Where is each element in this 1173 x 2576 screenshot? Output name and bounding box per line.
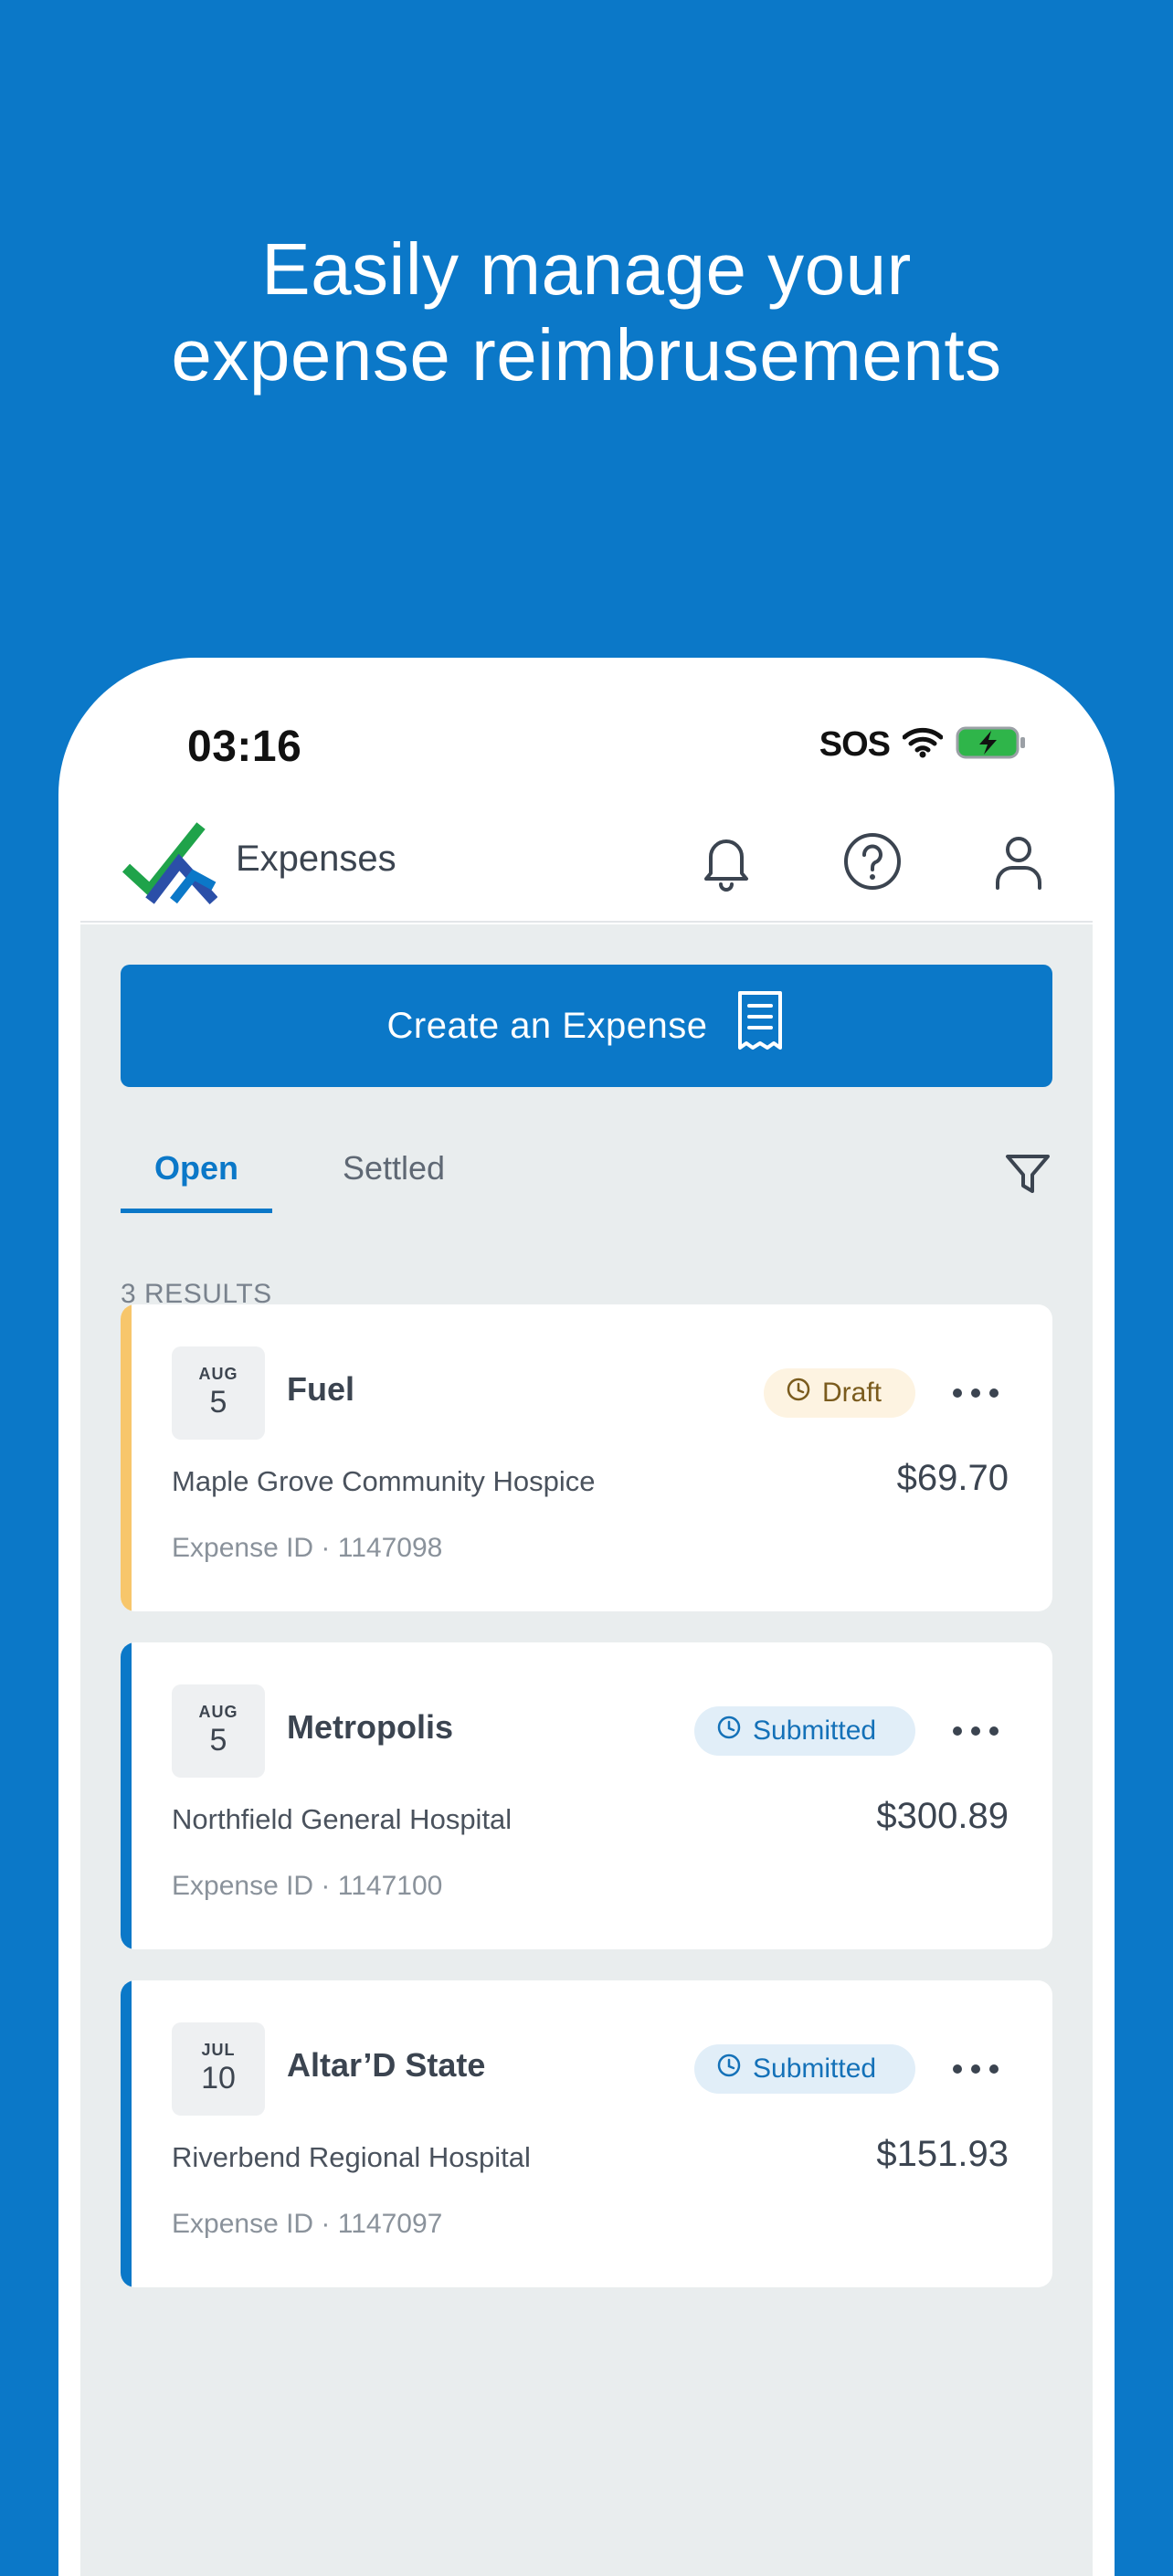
date-day: 5 [209,1385,227,1420]
expense-card[interactable]: AUG 5 Metropolis Submitted Northfield Ge… [121,1642,1052,1949]
more-options-icon[interactable] [950,1379,1001,1407]
status-label: Submitted [753,2053,877,2084]
headline-line-1: Easily manage your [261,228,912,310]
expense-amount: $300.89 [876,1796,1009,1836]
date-box: JUL 10 [172,2022,265,2116]
help-icon[interactable] [840,829,904,893]
date-day: 5 [209,1723,227,1758]
tab-open[interactable]: Open [121,1136,272,1213]
expense-tabs: Open Settled [121,1136,1052,1213]
create-expense-button[interactable]: Create an Expense [121,965,1052,1087]
date-month: JUL [201,2041,236,2059]
expense-card[interactable]: JUL 10 Altar’D State Submitted Riverbend… [121,1980,1052,2287]
status-accent-bar [121,1304,132,1611]
status-bar: 03:16 SOS [58,658,1115,795]
date-month: AUG [198,1365,238,1383]
filter-icon[interactable] [1003,1149,1052,1198]
status-accent-bar [121,1980,132,2287]
expense-id: Expense ID · 1147097 [172,2209,443,2239]
date-month: AUG [198,1703,238,1721]
date-day: 10 [201,2061,236,2096]
logo-icon [122,822,218,909]
expense-amount: $69.70 [896,1458,1009,1498]
phone-frame: 03:16 SOS Expenses Create an Expense Ope… [58,658,1115,2576]
more-options-icon[interactable] [950,1717,1001,1745]
app-header: Expenses [80,795,1093,923]
profile-icon[interactable] [987,829,1051,893]
date-box: AUG 5 [172,1684,265,1778]
clock-icon [716,1715,742,1747]
app-name: Expenses [236,839,396,879]
expense-id: Expense ID · 1147098 [172,1533,443,1563]
date-box: AUG 5 [172,1346,265,1440]
status-badge: Draft [764,1368,915,1418]
status-label: Draft [822,1378,882,1408]
expense-id: Expense ID · 1147100 [172,1871,443,1901]
battery-charging-icon [956,725,1027,765]
expense-organization: Northfield General Hospital [172,1803,513,1835]
create-expense-label: Create an Expense [386,1005,708,1046]
expenses-content: Create an Expense Open Settled 3 RESULTS [80,924,1093,2576]
bell-icon[interactable] [694,829,758,893]
status-badge: Submitted [694,1706,915,1756]
expense-card[interactable]: AUG 5 Fuel Draft Maple Grove Community H… [121,1304,1052,1611]
status-accent-bar [121,1642,132,1949]
wifi-icon [902,727,944,763]
status-indicators: SOS [819,725,1027,765]
sos-label: SOS [819,725,891,764]
status-time: 03:16 [187,723,302,771]
receipt-icon [734,989,786,1062]
expense-title: Altar’D State [287,2046,486,2084]
marketing-headline: Easily manage your expense reimbrusement… [0,227,1173,398]
status-badge: Submitted [694,2044,915,2094]
clock-icon [786,1377,811,1409]
expense-amount: $151.93 [876,2134,1009,2174]
status-label: Submitted [753,1716,877,1746]
more-options-icon[interactable] [950,2055,1001,2083]
expense-organization: Maple Grove Community Hospice [172,1465,596,1497]
expense-title: Metropolis [287,1708,454,1746]
headline-line-2: expense reimbrusements [171,314,1002,396]
tab-settled[interactable]: Settled [325,1136,462,1213]
expense-title: Fuel [287,1370,355,1408]
expense-organization: Riverbend Regional Hospital [172,2141,531,2173]
clock-icon [716,2053,742,2085]
